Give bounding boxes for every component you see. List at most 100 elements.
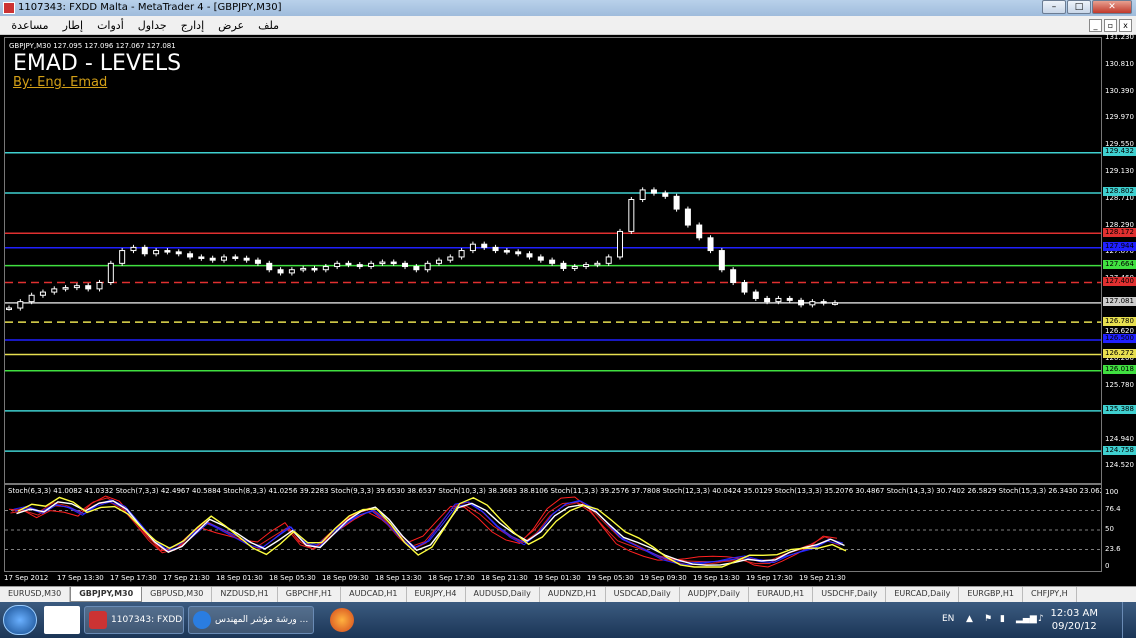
price-chart[interactable]: GBPJPY,M30 127.095 127.096 127.067 127.0…: [4, 37, 1102, 484]
mdi-restore-button[interactable]: ▫: [1104, 19, 1117, 32]
candle-body: [73, 285, 80, 289]
price-tick: 129.130: [1105, 167, 1134, 176]
price-tick: 124.520: [1105, 461, 1134, 470]
minimize-button[interactable]: –: [1042, 0, 1066, 14]
candle-body: [832, 302, 838, 305]
tab-usdcad-daily[interactable]: USDCAD,Daily: [606, 587, 680, 602]
tab-euraud-h1[interactable]: EURAUD,H1: [749, 587, 814, 602]
volume-icon[interactable]: ♪: [1038, 614, 1044, 624]
indicator-author: By: Eng. Emad: [13, 75, 108, 90]
candle-body: [537, 256, 544, 261]
tab-gbpusd-m30[interactable]: GBPUSD,M30: [142, 587, 213, 602]
menu-item-6[interactable]: مساعدة: [11, 19, 48, 32]
menu-item-5[interactable]: إطار: [63, 19, 83, 32]
battery-icon[interactable]: ▮: [1000, 614, 1005, 624]
candle-body: [571, 266, 578, 269]
osc-tick: 50: [1105, 525, 1114, 533]
tab-chfjpy-h[interactable]: CHFJPY,H: [1023, 587, 1077, 602]
level-label: 124.758: [1103, 445, 1136, 455]
clock-time: 12:03 AM: [1050, 608, 1098, 619]
ie-icon: [193, 610, 211, 629]
time-tick: 18 Sep 17:30: [428, 574, 475, 582]
candle-body: [696, 224, 703, 239]
tray-arrow-icon[interactable]: ▲: [966, 614, 973, 624]
menu-item-4[interactable]: أدوات: [97, 19, 124, 32]
price-axis: 131.230 130.810 130.390 129.970 129.550 129.1…: [1102, 33, 1136, 473]
tab-nzdusd-h1[interactable]: NZDUSD,H1: [212, 587, 278, 602]
candle-body: [130, 246, 137, 252]
stoch-line-3: [13, 499, 842, 566]
tab-audcad-h1[interactable]: AUDCAD,H1: [341, 587, 407, 602]
start-button[interactable]: [3, 605, 37, 635]
chart-tabs: EURUSD,M30 GBPJPY,M30 GBPUSD,M30 NZDUSD,H1 G…: [0, 586, 1136, 602]
flag-icon[interactable]: ⚑: [984, 614, 992, 624]
system-tray: EN ▲ ⚑ ▮ ▂▄▆ ♪ 12:03 AM 09/20/12: [936, 602, 1136, 638]
candle-body: [107, 262, 114, 283]
candle-body: [85, 285, 92, 290]
time-tick: 19 Sep 21:30: [799, 574, 846, 582]
show-desktop-button[interactable]: [1122, 602, 1136, 638]
taskbar-metatrader[interactable]: 1107343: FXDD M...: [84, 606, 184, 634]
osc-tick: 23.6: [1105, 544, 1121, 553]
candle-body: [51, 288, 58, 293]
candle-body: [492, 246, 499, 252]
menu-item-3[interactable]: جداول: [138, 19, 167, 32]
stochastic-panel[interactable]: Stoch(6,3,3) 41.0082 41.0332 Stoch(7,3,3…: [4, 484, 1102, 572]
candle-body: [447, 256, 454, 261]
candle-body: [730, 269, 737, 283]
window-title-bar: 1107343: FXDD Malta - MetaTrader 4 - [GB…: [0, 0, 1136, 16]
network-icon[interactable]: ▂▄▆: [1016, 614, 1037, 624]
candle-body: [684, 208, 691, 226]
price-tick: 131.230: [1105, 33, 1134, 41]
taskbar: 1107343: FXDD M... ورشة مؤشر المهندس ...…: [0, 602, 1136, 638]
candle-body: [277, 269, 284, 274]
tab-gbpjpy-m30[interactable]: GBPJPY,M30: [70, 587, 143, 602]
candle-body: [379, 261, 386, 265]
tab-audusd-daily[interactable]: AUDUSD,Daily: [466, 587, 540, 602]
candle-body: [413, 266, 420, 271]
menu-item-0[interactable]: ملف: [258, 19, 279, 32]
candle-body: [515, 251, 522, 255]
menu-item-2[interactable]: إدارج: [181, 19, 204, 32]
maximize-button[interactable]: □: [1067, 0, 1091, 14]
level-label: 127.664: [1103, 260, 1136, 270]
tab-gbpchf-h1[interactable]: GBPCHF,H1: [278, 587, 342, 602]
tab-audnzd-h1[interactable]: AUDNZD,H1: [540, 587, 606, 602]
candle-body: [141, 246, 148, 255]
candle-body: [583, 264, 590, 268]
candle-body: [254, 259, 261, 264]
time-tick: 18 Sep 09:30: [322, 574, 369, 582]
price-tick: 130.810: [1105, 59, 1134, 68]
candle-body: [232, 256, 239, 259]
tab-eurjpy-h4[interactable]: EURJPY,H4: [407, 587, 466, 602]
fxdd-launcher-icon[interactable]: [44, 606, 80, 634]
candle-body: [62, 287, 69, 290]
candle-body: [288, 269, 295, 274]
tab-audjpy-daily[interactable]: AUDJPY,Daily: [680, 587, 749, 602]
tab-eurcad-daily[interactable]: EURCAD,Daily: [886, 587, 960, 602]
mdi-close-button[interactable]: x: [1119, 19, 1132, 32]
candle-body: [707, 237, 714, 252]
price-tick: 129.970: [1105, 113, 1134, 122]
candle-body: [718, 250, 725, 271]
firefox-icon[interactable]: [330, 608, 354, 632]
candle-body: [560, 262, 567, 269]
candle-body: [402, 262, 409, 268]
app-logo-icon: [3, 2, 15, 14]
taskbar-browser[interactable]: ورشة مؤشر المهندس ...: [188, 606, 314, 634]
price-tick: 124.940: [1105, 434, 1134, 443]
tab-eurgbp-h1[interactable]: EURGBP,H1: [959, 587, 1024, 602]
language-indicator[interactable]: EN: [942, 614, 954, 624]
oscillator-title: Stoch(6,3,3) 41.0082 41.0332 Stoch(7,3,3…: [8, 487, 1102, 495]
close-button[interactable]: ✕: [1092, 0, 1132, 14]
mdi-minimize-button[interactable]: _: [1089, 19, 1102, 32]
candle-body: [311, 267, 318, 271]
time-tick: 17 Sep 17:30: [110, 574, 157, 582]
time-tick: 17 Sep 2012: [4, 574, 49, 582]
tab-usdchf-daily[interactable]: USDCHF,Daily: [813, 587, 887, 602]
menu-item-1[interactable]: عرض: [218, 19, 244, 32]
tab-eurusd-m30[interactable]: EURUSD,M30: [0, 587, 71, 602]
clock[interactable]: 12:03 AM 09/20/12: [1051, 607, 1098, 633]
candle-body: [617, 230, 624, 258]
candle-body: [39, 291, 46, 296]
